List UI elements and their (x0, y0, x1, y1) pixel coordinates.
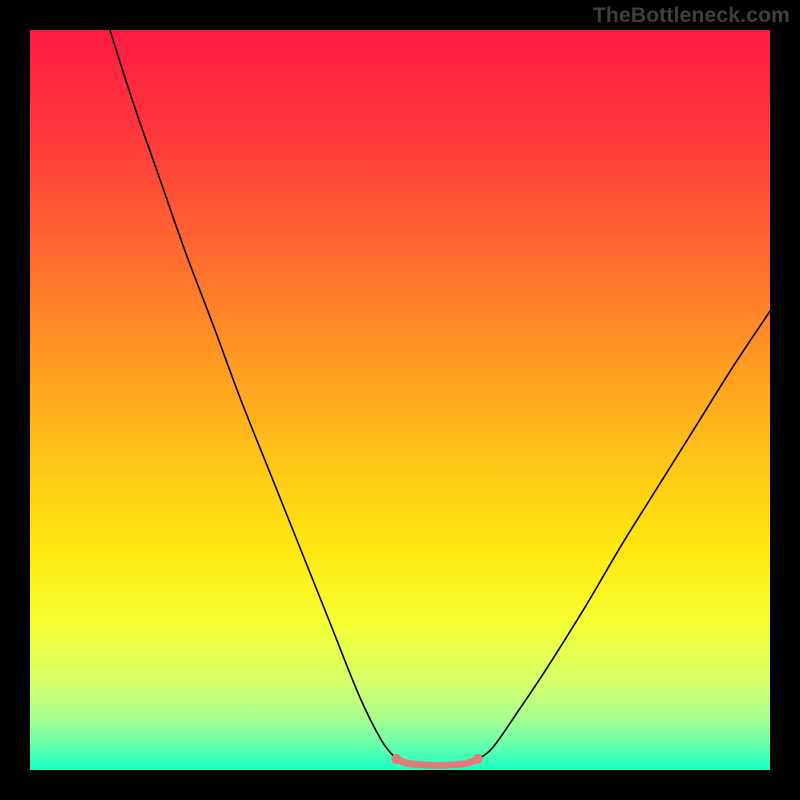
watermark-text: TheBottleneck.com (593, 4, 790, 28)
chart-background (30, 30, 770, 770)
chart-frame (30, 30, 770, 770)
bottleneck-chart (30, 30, 770, 770)
endpoint-marker-1 (473, 754, 483, 764)
endpoint-marker-0 (391, 754, 401, 764)
